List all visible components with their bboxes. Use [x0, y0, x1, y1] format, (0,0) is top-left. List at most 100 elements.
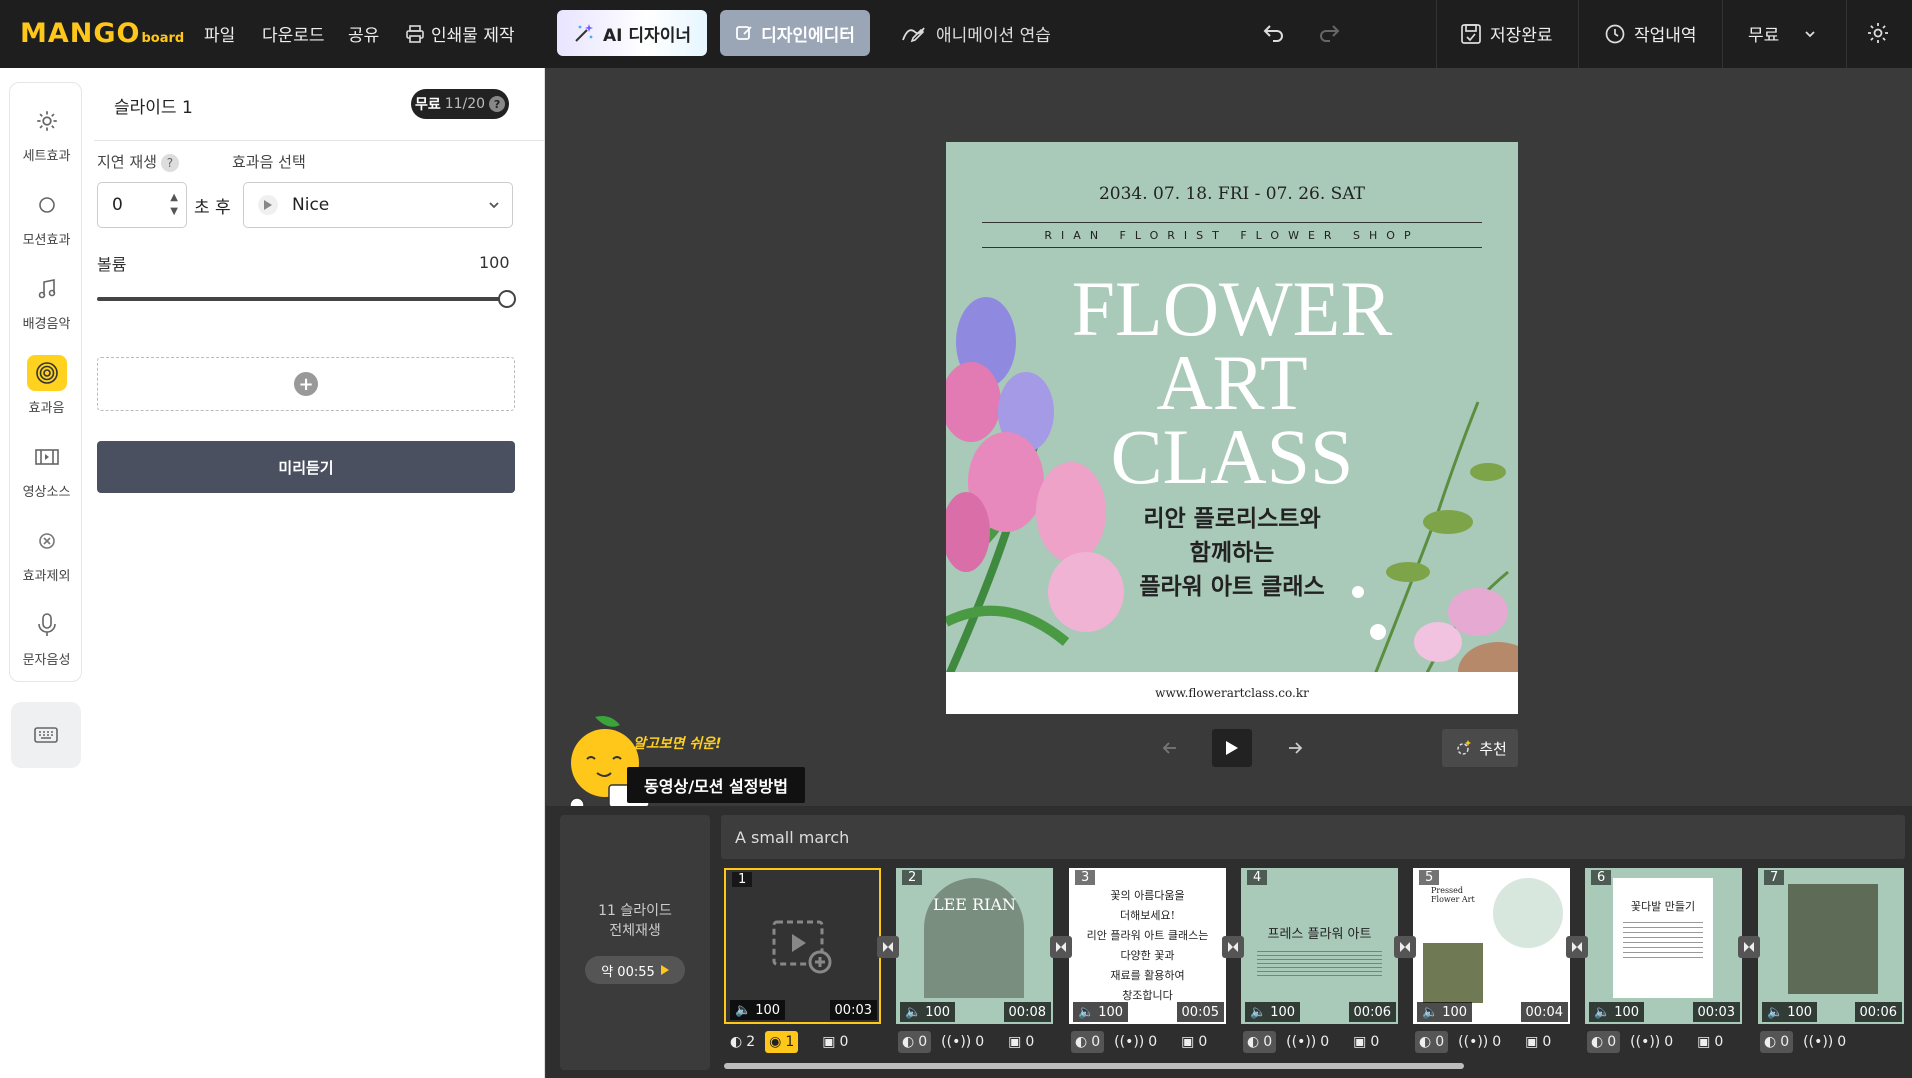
delay-input[interactable]: 0 ▲ ▼: [97, 182, 187, 228]
play-sample-icon[interactable]: [258, 195, 278, 215]
sound-effect-count[interactable]: ((•)) 0: [1454, 1031, 1505, 1053]
transition-button[interactable]: [877, 936, 899, 958]
menu-print[interactable]: 인쇄물 제작: [405, 21, 515, 46]
flower-photo-image: [1423, 943, 1483, 1003]
menu-file[interactable]: 파일: [204, 21, 235, 46]
slide-volume[interactable]: 🔈 100: [900, 1002, 956, 1022]
motion-count[interactable]: ◐ 0: [898, 1031, 932, 1053]
transition-button[interactable]: [1566, 936, 1588, 958]
volume-slider-handle[interactable]: [498, 290, 516, 308]
settings-button[interactable]: [1866, 21, 1890, 45]
video-source-count[interactable]: ▣ 0: [1004, 1031, 1038, 1053]
recommend-button[interactable]: 추천: [1442, 729, 1518, 767]
slide-thumbnail-7[interactable]: 7 🔈 100 00:06: [1758, 868, 1904, 1024]
slide-thumbnail-6[interactable]: 꽃다발 만들기 6 🔈 100 00:03: [1585, 868, 1742, 1024]
rail-item-set-effect[interactable]: 세트효과: [10, 93, 83, 173]
video-source-count[interactable]: ▣ 0: [1693, 1031, 1727, 1053]
help-icon[interactable]: ?: [160, 154, 179, 172]
slide-thumbnail-3[interactable]: 꽃의 아름다움을 더해보세요! 리안 플라워 아트 클래스는 다양한 꽃과 재료…: [1069, 868, 1226, 1024]
slide-thumbnail-2[interactable]: LEE RIAN 2 🔈 100 00:08: [896, 868, 1053, 1024]
plan-dropdown[interactable]: 무료: [1748, 21, 1819, 46]
add-sound-button[interactable]: +: [97, 357, 515, 411]
sound-wave-icon: [35, 361, 58, 384]
sound-effect-count[interactable]: ((•)) 0: [1626, 1031, 1677, 1053]
rail-item-video-source[interactable]: 영상소스: [10, 429, 83, 509]
video-source-count[interactable]: ▣ 0: [1521, 1031, 1555, 1053]
undo-button[interactable]: [1262, 21, 1286, 45]
transition-icon: [1400, 942, 1410, 952]
keyboard-shortcut-button[interactable]: [11, 702, 81, 768]
tutorial-tip[interactable]: 알고보면 쉬운! 동영상/모션 설정방법: [565, 715, 820, 815]
slide-volume[interactable]: 🔈 100: [1762, 1002, 1818, 1022]
ai-designer-button[interactable]: AI 디자이너: [557, 10, 707, 56]
motion-count[interactable]: ◐ 0: [1587, 1031, 1621, 1053]
motion-count[interactable]: ◐ 0: [1415, 1031, 1449, 1053]
transition-button[interactable]: [1050, 936, 1072, 958]
redo-button[interactable]: [1317, 21, 1341, 45]
separator: [1846, 0, 1847, 68]
slide-volume[interactable]: 🔈 100: [730, 1000, 786, 1020]
mango-board-logo[interactable]: MANGO board: [20, 18, 184, 50]
volume-slider[interactable]: [97, 297, 507, 301]
rail-item-sound-effect[interactable]: 효과음: [10, 345, 83, 425]
slide-volume[interactable]: 🔈 100: [1417, 1002, 1473, 1022]
video-source-count[interactable]: ▣ 0: [1177, 1031, 1211, 1053]
speaker-icon: 🔈: [735, 1002, 752, 1018]
preview-button[interactable]: 미리듣기: [97, 441, 515, 493]
save-check-icon: [1461, 23, 1481, 44]
rail-item-exclude-effect[interactable]: 효과제외: [10, 513, 83, 593]
rail-item-motion-effect[interactable]: 모션효과: [10, 177, 83, 257]
motion-count[interactable]: ◐ 2: [726, 1031, 759, 1053]
menu-share[interactable]: 공유: [348, 21, 379, 46]
circle-icon: [38, 196, 55, 213]
history-button[interactable]: 작업내역: [1604, 21, 1697, 46]
slide-volume[interactable]: 🔈 100: [1589, 1002, 1645, 1022]
toggle-icon: ◐: [1764, 1034, 1777, 1050]
stepper-arrows-icon[interactable]: ▲ ▼: [170, 191, 178, 219]
slide-thumbnail-1[interactable]: 1 🔈 100 00:03: [724, 868, 881, 1024]
sound-effect-count[interactable]: ((•)) 0: [937, 1031, 988, 1053]
slide-canvas[interactable]: 2034. 07. 18. FRI - 07. 26. SAT RIAN FLO…: [946, 142, 1518, 714]
chevron-down-icon: [489, 202, 499, 209]
slide-volume[interactable]: 🔈 100: [1073, 1002, 1129, 1022]
slide-thumbnail-5[interactable]: Pressed Flower Art 5 🔈 100 00:04: [1413, 868, 1570, 1024]
play-icon: [1226, 741, 1238, 755]
rail-item-bgm[interactable]: 배경음악: [10, 261, 83, 341]
rail-item-tts[interactable]: 문자음성: [10, 597, 83, 677]
transition-button[interactable]: [1222, 936, 1244, 958]
previous-slide-button[interactable]: [1160, 738, 1180, 758]
motion-count[interactable]: ◐ 0: [1760, 1031, 1794, 1053]
delay-unit: 초 후: [194, 198, 231, 218]
speaker-icon: 🔈: [1422, 1004, 1439, 1020]
top-bar: MANGO board 파일 다운로드 공유 인쇄물 제작 AI 디자이너 디자…: [0, 0, 1912, 68]
video-source-count[interactable]: ▣ 0: [1349, 1031, 1383, 1053]
gear-icon: [1868, 23, 1888, 43]
play-all-panel[interactable]: 11 슬라이드 전체재생 약 00:55: [560, 815, 710, 1070]
sound-effect-count[interactable]: ((•)) 0: [1110, 1031, 1161, 1053]
timeline-scrollbar[interactable]: [724, 1063, 1464, 1069]
video-source-count[interactable]: ▣ 0: [818, 1031, 852, 1053]
design-editor-button[interactable]: 디자인에디터: [720, 10, 870, 56]
motion-count[interactable]: ◐ 0: [1243, 1031, 1277, 1053]
toggle-icon: ◐: [1247, 1034, 1260, 1050]
sound-effect-count[interactable]: ((•)) 0: [1282, 1031, 1333, 1053]
transition-icon: [1056, 942, 1066, 952]
free-usage-badge[interactable]: 무료 11/20 ?: [411, 89, 509, 119]
slide-thumbnail-4[interactable]: 프레스 플라워 아트 4 🔈 100 00:06: [1241, 868, 1398, 1024]
slide-volume[interactable]: 🔈 100: [1245, 1002, 1301, 1022]
animation-practice-button[interactable]: 애니메이션 연습: [900, 21, 1051, 46]
motion-count[interactable]: ◐ 0: [1071, 1031, 1105, 1053]
play-button[interactable]: [1212, 729, 1252, 767]
next-slide-button[interactable]: [1285, 738, 1305, 758]
menu-download[interactable]: 다운로드: [262, 21, 325, 46]
sound-effect-count[interactable]: ((•)) 0: [1799, 1031, 1850, 1053]
redo-icon: [1320, 25, 1340, 42]
sound-effect-count[interactable]: ◉ 1: [765, 1031, 799, 1053]
sound-effect-select[interactable]: Nice: [243, 182, 513, 228]
transition-button[interactable]: [1394, 936, 1416, 958]
separator: [1722, 0, 1723, 68]
bgm-track[interactable]: A small march: [721, 815, 1905, 859]
transition-button[interactable]: [1738, 936, 1760, 958]
save-status-button[interactable]: 저장완료: [1460, 21, 1553, 46]
play-all-button[interactable]: 약 00:55: [585, 956, 685, 984]
